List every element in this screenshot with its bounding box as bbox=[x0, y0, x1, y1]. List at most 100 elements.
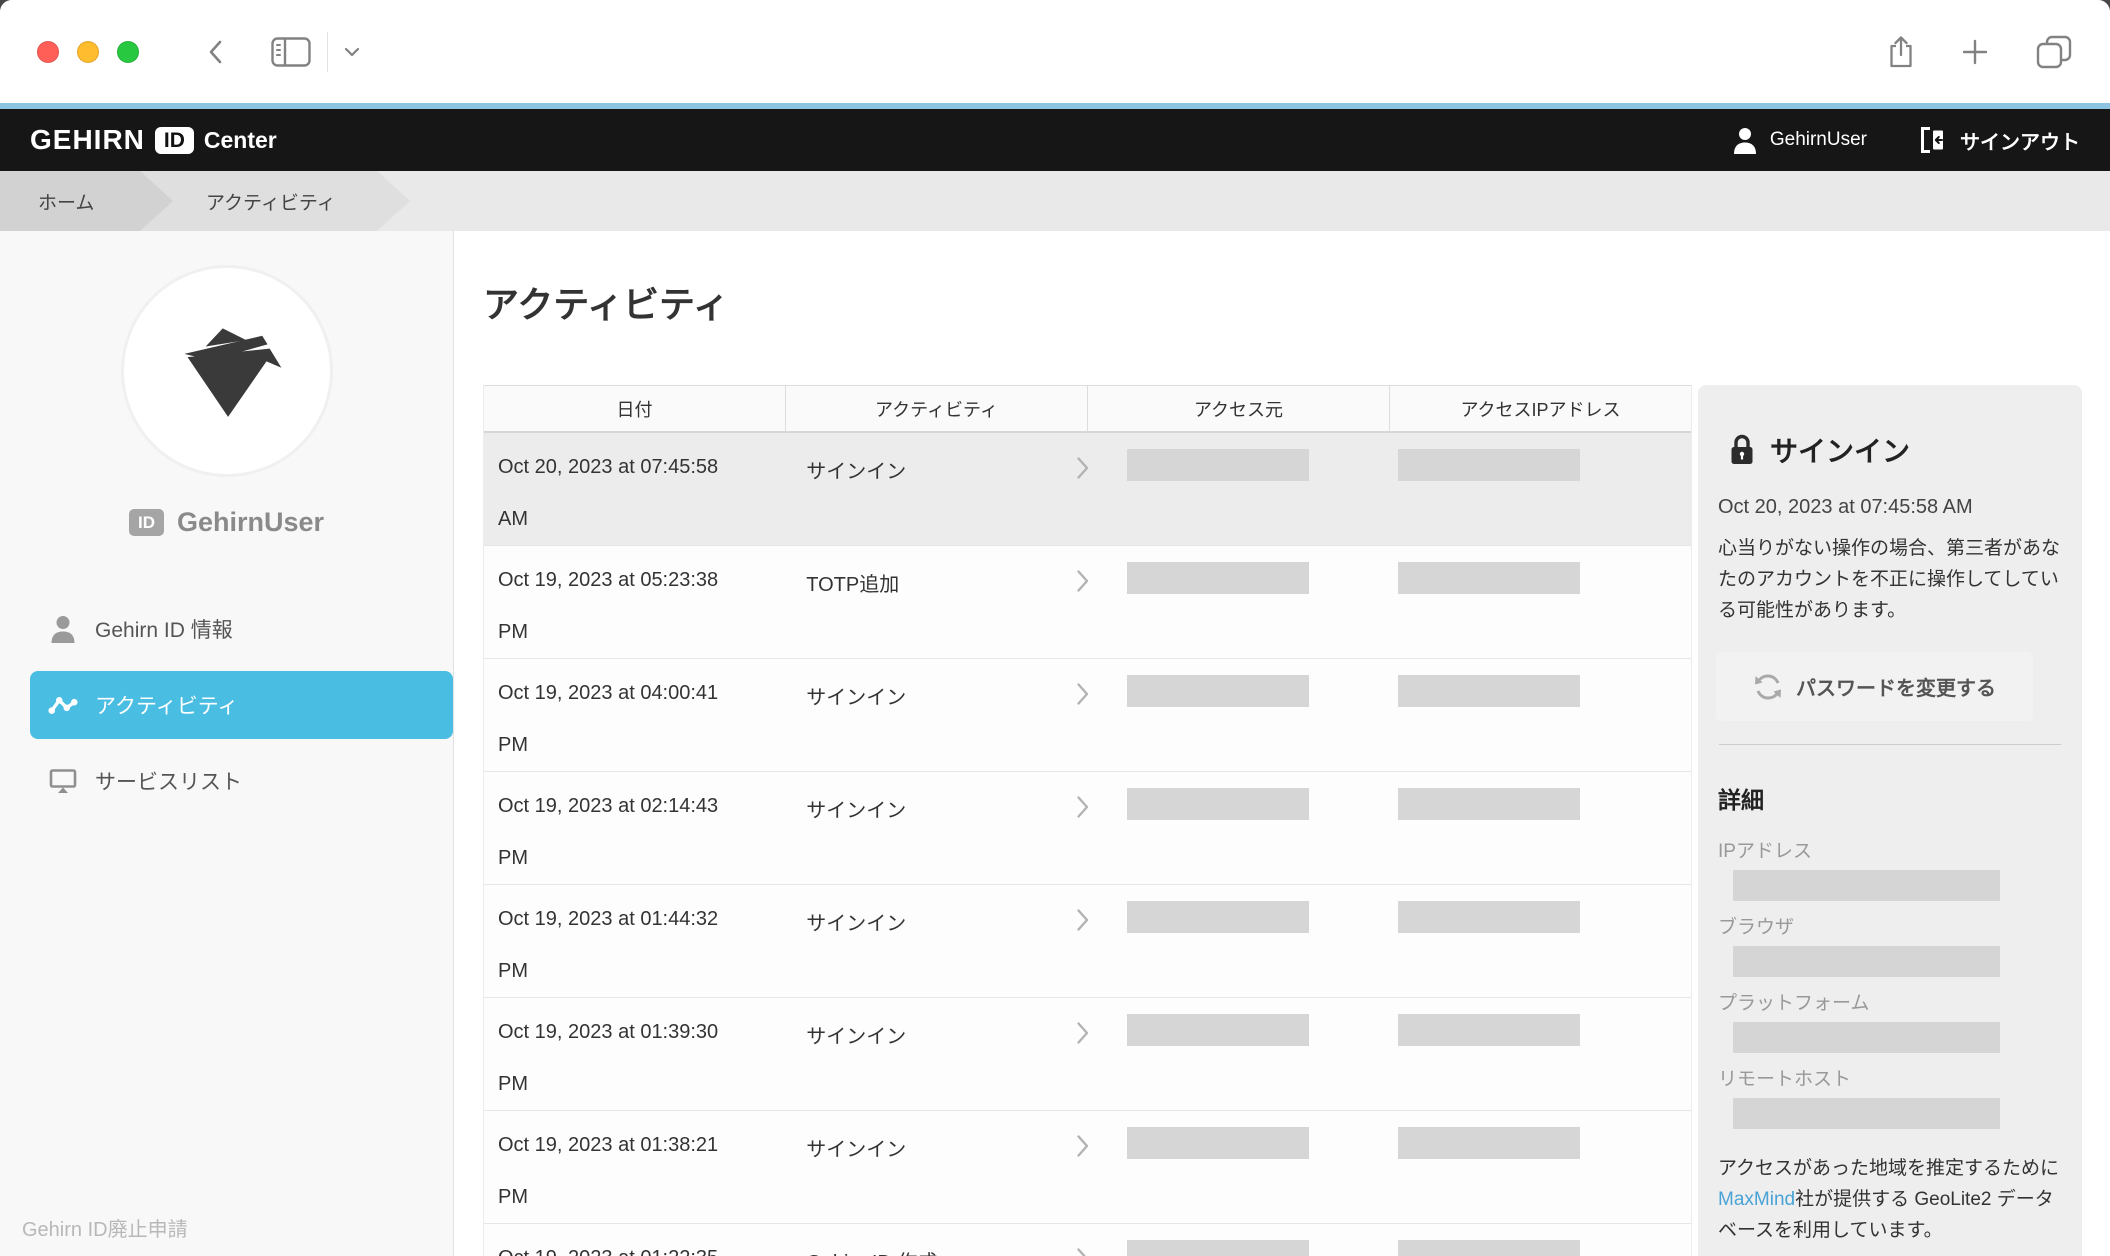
chevron-down-icon bbox=[344, 47, 360, 57]
activity-table-row[interactable]: Oct 19, 2023 at 04:00:41PM サインイン bbox=[484, 659, 1691, 772]
detail-field-label: リモートホスト bbox=[1716, 1067, 2064, 1093]
maxmind-link[interactable]: MaxMind bbox=[1718, 1189, 1795, 1210]
sidebar-user-name: GehirnUser bbox=[177, 507, 324, 538]
detail-field-label: ブラウザ bbox=[1716, 915, 2064, 941]
redacted-access-source bbox=[1127, 562, 1309, 594]
sidebar-user: ID GehirnUser bbox=[0, 507, 453, 538]
sidebar-item-label: Gehirn ID 情報 bbox=[95, 614, 233, 644]
gehirn-id-cancel-link[interactable]: Gehirn ID廃止申請 bbox=[22, 1213, 188, 1242]
cell-date: Oct 19, 2023 at 01:38:21PM bbox=[484, 1111, 795, 1223]
breadcrumb-activity-label: アクティビティ bbox=[206, 188, 336, 215]
window-controls bbox=[37, 41, 139, 63]
activity-table-row[interactable]: Oct 19, 2023 at 02:14:43PM サインイン bbox=[484, 772, 1691, 885]
cell-access-ip bbox=[1408, 772, 1691, 884]
page-title: アクティビティ bbox=[483, 283, 1692, 327]
chevron-right-icon bbox=[1076, 569, 1090, 593]
activity-table: 日付 アクティビティ アクセス元 アクセスIPアドレス Oct 20, 2023… bbox=[483, 385, 1692, 1256]
redacted-access-source bbox=[1127, 788, 1309, 820]
signout-button[interactable]: サインアウト bbox=[1919, 125, 2080, 155]
browser-window: GEHIRN ID Center GehirnUser bbox=[0, 0, 2110, 1256]
app-header-right: GehirnUser サインアウト bbox=[1733, 125, 2080, 155]
breadcrumb: ホーム アクティビティ bbox=[0, 171, 2110, 231]
redacted-field-value bbox=[1733, 1098, 2000, 1129]
sidebar-item-activity[interactable]: アクティビティ bbox=[30, 671, 453, 739]
column-header-date: 日付 bbox=[484, 386, 786, 431]
change-password-button[interactable]: パスワードを変更する bbox=[1716, 652, 2033, 721]
cell-activity: Gehirn ID 作成 bbox=[795, 1224, 1124, 1256]
activity-table-row[interactable]: Oct 20, 2023 at 07:45:58AM サインイン bbox=[484, 433, 1691, 546]
redacted-access-source bbox=[1127, 1014, 1309, 1046]
activity-table-row[interactable]: Oct 19, 2023 at 05:23:38PM TOTP追加 bbox=[484, 546, 1691, 659]
redacted-access-ip bbox=[1398, 449, 1580, 481]
redacted-access-ip bbox=[1398, 675, 1580, 707]
redacted-access-ip bbox=[1398, 788, 1580, 820]
redacted-access-ip bbox=[1398, 562, 1580, 594]
new-tab-button[interactable] bbox=[1961, 38, 1989, 66]
cell-access-source bbox=[1125, 1224, 1408, 1256]
activity-table-row[interactable]: Oct 19, 2023 at 01:44:32PM サインイン bbox=[484, 885, 1691, 998]
redacted-field-value bbox=[1733, 946, 2000, 977]
id-badge: ID bbox=[129, 509, 164, 536]
tabs-icon bbox=[2035, 34, 2073, 70]
chevron-right-icon bbox=[1076, 1021, 1090, 1045]
geolite-note-text: アクセスがあった地域を推定するために bbox=[1718, 1158, 2059, 1179]
cell-date: Oct 19, 2023 at 01:39:30PM bbox=[484, 998, 795, 1110]
cell-date: Oct 19, 2023 at 01:22:35PM bbox=[484, 1224, 795, 1256]
cell-activity: サインイン bbox=[795, 885, 1124, 997]
zoom-window-button[interactable] bbox=[117, 41, 139, 63]
back-button[interactable] bbox=[203, 35, 229, 69]
gehirn-id-center-logo[interactable]: GEHIRN ID Center bbox=[30, 124, 277, 156]
detail-field-label: プラットフォーム bbox=[1716, 991, 2064, 1017]
brand-id-badge: ID bbox=[155, 127, 194, 154]
chevron-right-icon bbox=[1076, 1134, 1090, 1158]
chevron-right-icon bbox=[1076, 1247, 1090, 1256]
table-body: Oct 20, 2023 at 07:45:58AM サインイン Oct 19,… bbox=[484, 433, 1691, 1256]
share-button[interactable] bbox=[1887, 35, 1915, 69]
cell-activity: サインイン bbox=[795, 998, 1124, 1110]
sidebar-item-service-list[interactable]: サービスリスト bbox=[0, 747, 453, 815]
cell-date: Oct 19, 2023 at 02:14:43PM bbox=[484, 772, 795, 884]
gehirn-logo-icon bbox=[163, 307, 291, 435]
column-header-activity: アクティビティ bbox=[786, 386, 1088, 431]
minimize-window-button[interactable] bbox=[77, 41, 99, 63]
activity-table-row[interactable]: Oct 19, 2023 at 01:38:21PM サインイン bbox=[484, 1111, 1691, 1224]
redacted-access-source bbox=[1127, 675, 1309, 707]
activity-table-row[interactable]: Oct 19, 2023 at 01:22:35PM Gehirn ID 作成 bbox=[484, 1224, 1691, 1256]
header-user-link[interactable]: GehirnUser bbox=[1733, 127, 1867, 154]
tab-overview-button[interactable] bbox=[2035, 34, 2073, 70]
cell-access-ip bbox=[1408, 433, 1691, 545]
sidebar-toggle-button[interactable] bbox=[271, 37, 311, 67]
detail-panel: サインイン Oct 20, 2023 at 07:45:58 AM 心当りがない… bbox=[1698, 385, 2082, 1256]
change-password-label: パスワードを変更する bbox=[1796, 672, 1996, 701]
sidebar-item-gehirn-id-info[interactable]: Gehirn ID 情報 bbox=[0, 595, 453, 663]
cell-access-ip bbox=[1408, 1111, 1691, 1223]
sidebar: ID GehirnUser Gehirn ID 情報 bbox=[0, 231, 454, 1256]
cell-activity: サインイン bbox=[795, 772, 1124, 884]
detail-field: リモートホスト bbox=[1716, 1067, 2064, 1129]
brand-center: Center bbox=[204, 127, 277, 154]
cell-access-ip bbox=[1408, 998, 1691, 1110]
cell-activity: サインイン bbox=[795, 433, 1124, 545]
detail-field: ブラウザ bbox=[1716, 915, 2064, 977]
cell-access-source bbox=[1125, 1111, 1408, 1223]
activity-icon bbox=[48, 693, 78, 717]
detail-field: プラットフォーム bbox=[1716, 991, 2064, 1053]
avatar bbox=[121, 265, 333, 477]
breadcrumb-home[interactable]: ホーム bbox=[0, 171, 173, 231]
brand-gehirn: GEHIRN bbox=[30, 124, 145, 156]
cell-access-source bbox=[1125, 433, 1408, 545]
chevron-right-icon bbox=[1076, 795, 1090, 819]
breadcrumb-activity[interactable]: アクティビティ bbox=[140, 171, 410, 231]
refresh-icon bbox=[1753, 672, 1783, 702]
column-header-access-ip: アクセスIPアドレス bbox=[1390, 386, 1691, 431]
sidebar-menu-chevron[interactable] bbox=[327, 32, 360, 72]
redacted-access-source bbox=[1127, 1240, 1309, 1256]
redacted-field-value bbox=[1733, 1022, 2000, 1053]
column-header-access-source: アクセス元 bbox=[1088, 386, 1390, 431]
activity-table-row[interactable]: Oct 19, 2023 at 01:39:30PM サインイン bbox=[484, 998, 1691, 1111]
back-icon bbox=[203, 35, 229, 69]
person-icon bbox=[48, 615, 78, 643]
close-window-button[interactable] bbox=[37, 41, 59, 63]
cell-activity: サインイン bbox=[795, 1111, 1124, 1223]
monitor-icon bbox=[48, 768, 78, 794]
